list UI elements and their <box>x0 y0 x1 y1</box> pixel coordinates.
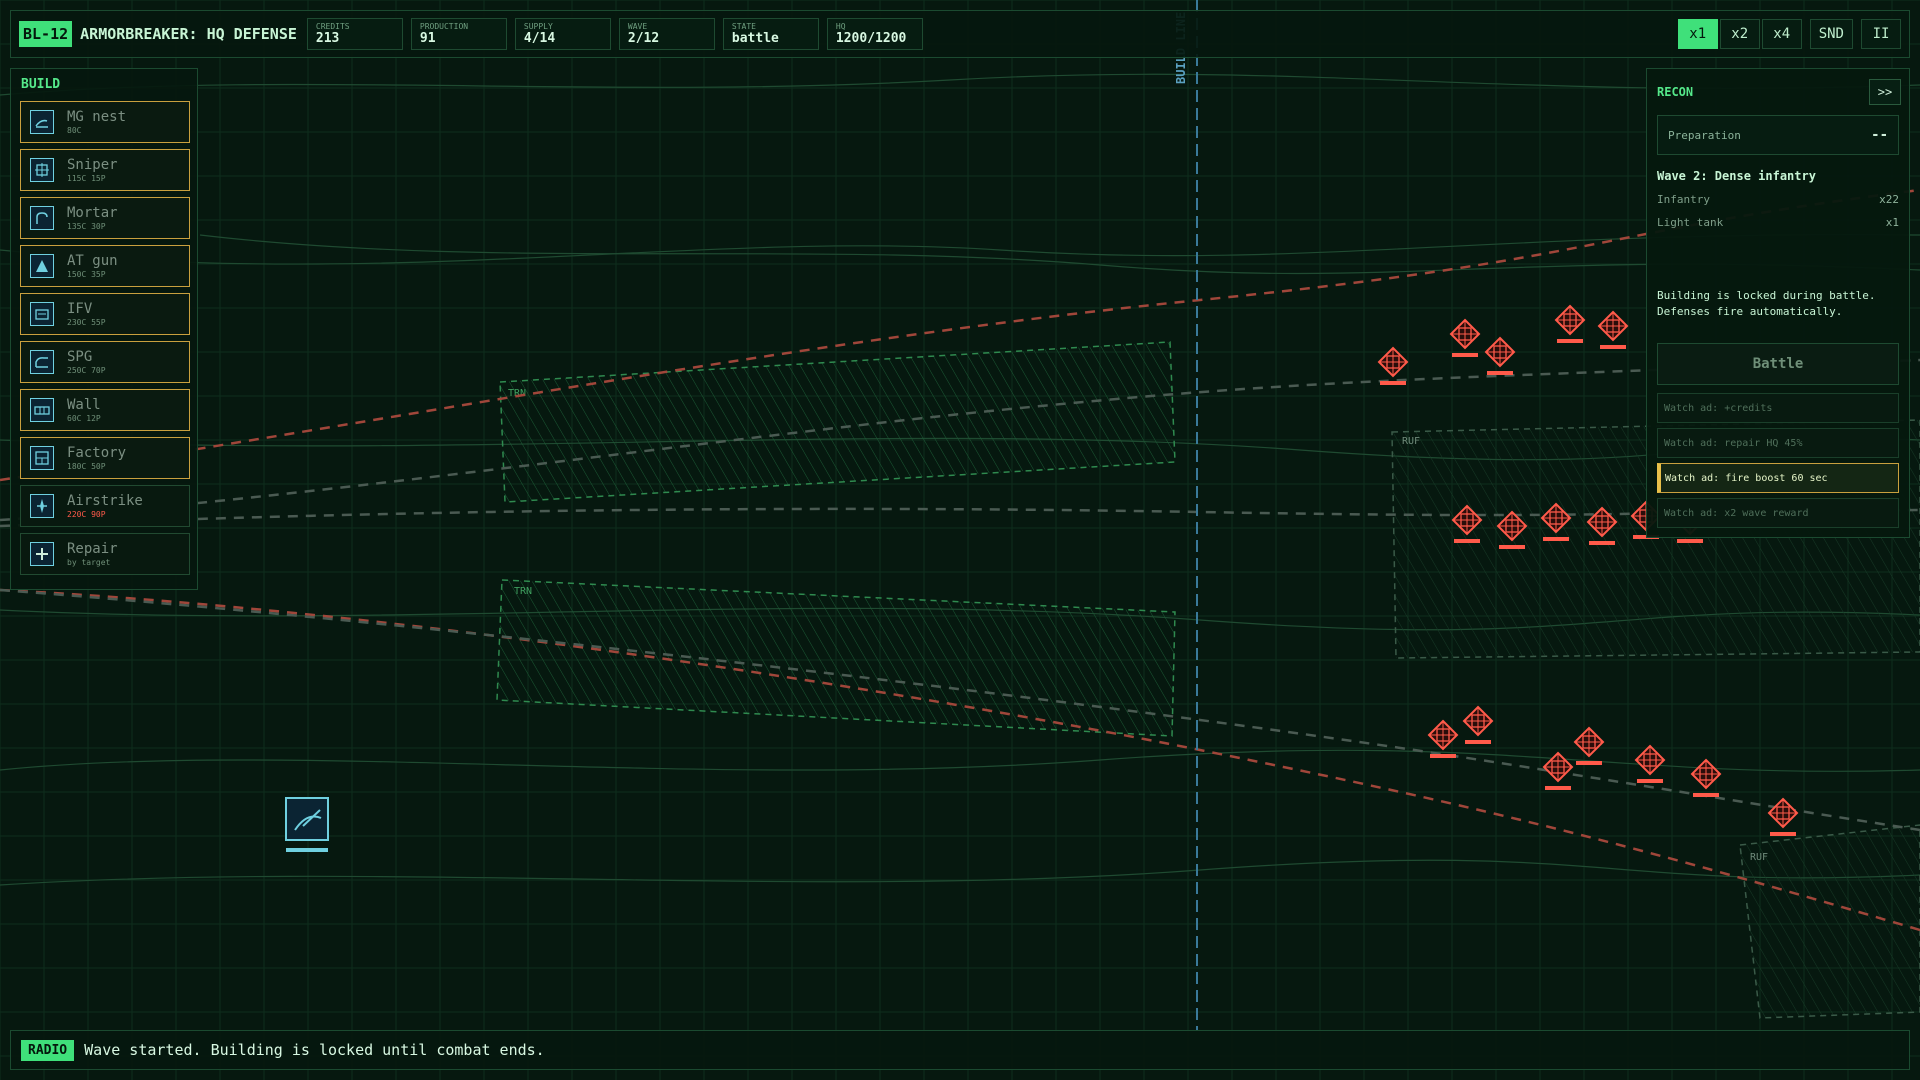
build-item-mg-nest[interactable]: MG nest 80C <box>20 101 190 143</box>
radio-bar: RADIO Wave started. Building is locked u… <box>10 1030 1910 1070</box>
stat-hq: HQ 1200/1200 <box>826 18 923 50</box>
enemy-unit[interactable] <box>1634 744 1666 783</box>
enemy-unit[interactable] <box>1449 318 1481 357</box>
collapse-recon-button[interactable]: >> <box>1869 79 1901 105</box>
build-item-ifv[interactable]: IFV 230C 55P <box>20 293 190 335</box>
ad-repair-hq-button[interactable]: Watch ad: repair HQ 45% <box>1657 428 1899 458</box>
build-item-airstrike[interactable]: Airstrike 220C 90P <box>20 485 190 527</box>
build-item-spg[interactable]: SPG 250C 70P <box>20 341 190 383</box>
pause-button[interactable]: II <box>1861 19 1901 49</box>
terrain-zone-trn-1: TRN <box>499 341 1176 503</box>
repair-icon <box>30 542 54 566</box>
top-bar: BL-12 ARMORBREAKER: HQ DEFENSE CREDITS 21… <box>10 10 1910 58</box>
radio-tag: RADIO <box>21 1039 75 1061</box>
mission-tag: BL-12 <box>19 21 73 47</box>
enemy-row-light-tank: Light tank x1 <box>1657 216 1899 229</box>
ad-wave-reward-button[interactable]: Watch ad: x2 wave reward <box>1657 498 1899 528</box>
enemy-unit[interactable] <box>1484 336 1516 375</box>
phase-timer: -- <box>1871 127 1888 143</box>
enemy-unit[interactable] <box>1597 310 1629 349</box>
battle-lock-note: Building is locked during battle. Defens… <box>1657 289 1876 318</box>
factory-icon <box>30 446 54 470</box>
spg-icon <box>30 350 54 374</box>
radio-message: Wave started. Building is locked until c… <box>84 1041 545 1059</box>
ad-fire-boost-button[interactable]: Watch ad: fire boost 60 sec <box>1657 463 1899 493</box>
battle-button[interactable]: Battle <box>1657 343 1899 385</box>
svg-text:TRN: TRN <box>514 586 532 597</box>
terrain-zone-trn-2: TRN <box>496 579 1176 737</box>
enemy-row-infantry: Infantry x22 <box>1657 193 1899 206</box>
speed-x4-button[interactable]: x4 <box>1761 19 1802 49</box>
build-panel: BUILD MG nest 80C Sniper 115C 15P Mortar 13… <box>10 68 198 590</box>
build-item-repair[interactable]: Repair by target <box>20 533 190 575</box>
recon-title: RECON <box>1657 85 1694 99</box>
speed-x2-button[interactable]: x2 <box>1719 19 1760 49</box>
battle-map[interactable]: TRN TRN RUF RUF BUILD LINE <box>0 0 1920 1080</box>
mission-title: ARMORBREAKER: HQ DEFENSE <box>80 25 297 43</box>
airstrike-icon <box>30 494 54 518</box>
recon-panel: RECON >> Preparation -- Wave 2: Dense in… <box>1646 68 1910 538</box>
sniper-icon <box>30 158 54 182</box>
mortar-icon <box>30 206 54 230</box>
build-item-sniper[interactable]: Sniper 115C 15P <box>20 149 190 191</box>
speed-controls: x1 x2 x4 SND II <box>1676 19 1901 49</box>
svg-text:RUF: RUF <box>1750 852 1768 863</box>
wall-icon <box>30 398 54 422</box>
enemy-unit[interactable] <box>1462 705 1494 744</box>
svg-text:RUF: RUF <box>1402 436 1420 447</box>
at-gun-icon <box>30 254 54 278</box>
phase-timer-box: Preparation -- <box>1657 115 1899 155</box>
stat-credits: CREDITS 213 <box>306 18 403 50</box>
build-line: BUILD LINE <box>1174 0 1198 1030</box>
stat-wave: WAVE 2/12 <box>618 18 715 50</box>
phase-label: Preparation <box>1668 128 1741 142</box>
stat-supply: SUPPLY 4/14 <box>514 18 611 50</box>
speed-x1-button[interactable]: x1 <box>1677 19 1718 49</box>
enemy-unit[interactable] <box>1573 726 1605 765</box>
enemy-unit[interactable] <box>1554 304 1586 343</box>
ad-credits-button[interactable]: Watch ad: +credits <box>1657 393 1899 423</box>
stat-production: PRODUCTION 91 <box>410 18 507 50</box>
build-item-factory[interactable]: Factory 180C 50P <box>20 437 190 479</box>
enemy-unit[interactable] <box>1767 797 1799 836</box>
build-title: BUILD <box>21 77 61 92</box>
mg-nest-icon <box>30 110 54 134</box>
build-item-mortar[interactable]: Mortar 135C 30P <box>20 197 190 239</box>
build-item-wall[interactable]: Wall 60C 12P <box>20 389 190 431</box>
wave-name: Wave 2: Dense infantry <box>1657 169 1816 183</box>
stat-state: STATE battle <box>722 18 819 50</box>
sound-button[interactable]: SND <box>1809 19 1853 49</box>
build-item-at-gun[interactable]: AT gun 150C 35P <box>20 245 190 287</box>
friendly-unit-mg-nest[interactable] <box>285 797 329 852</box>
ifv-icon <box>30 302 54 326</box>
